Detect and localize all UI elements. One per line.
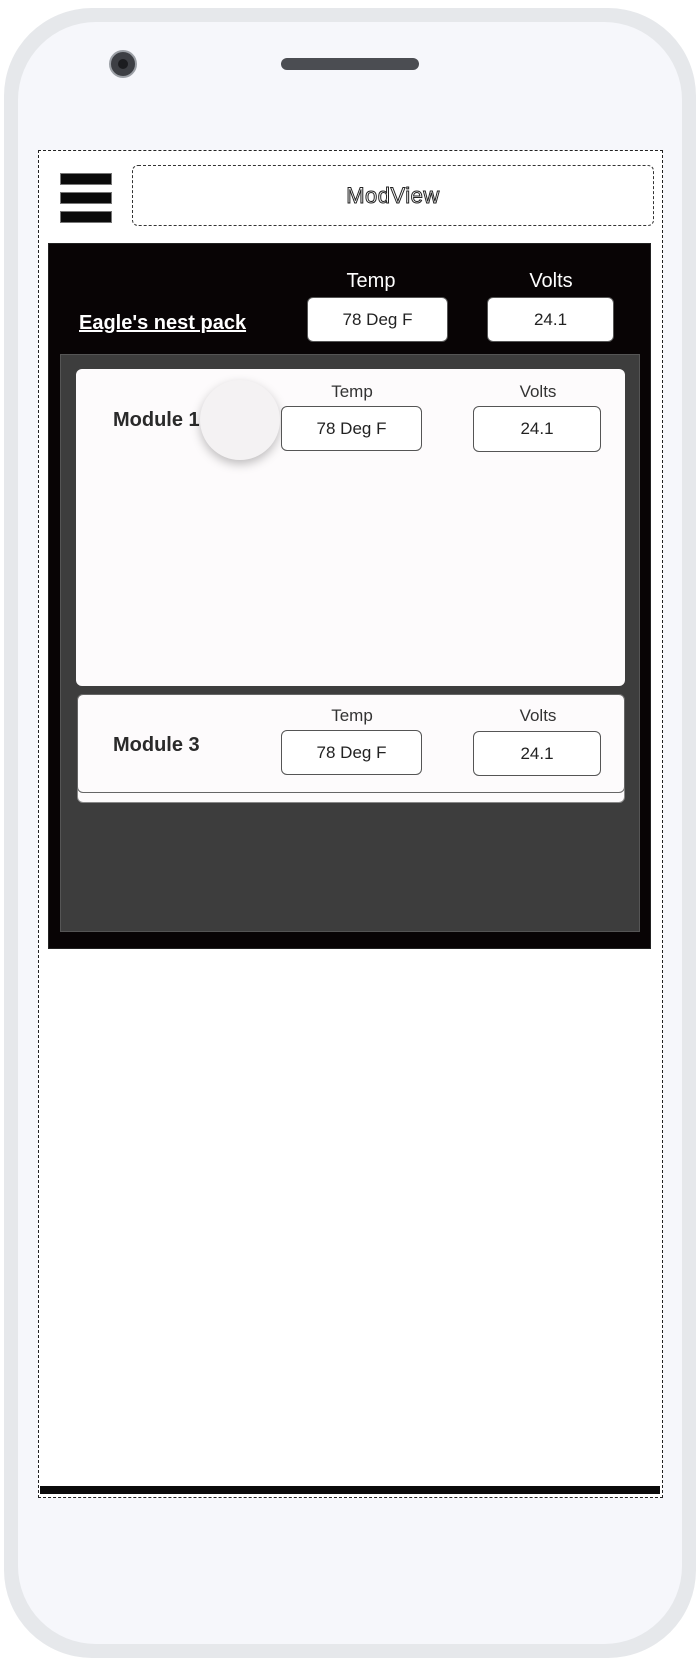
touch-ripple (200, 380, 280, 460)
module-temp-label: Temp (331, 706, 373, 725)
pack-volts-field[interactable]: 24.1 (487, 297, 614, 342)
pack-temp-label: Temp (346, 270, 396, 292)
module-temp-field[interactable]: 78 Deg F (281, 730, 422, 775)
module-name: Module 1 (113, 409, 200, 431)
module-temp-label: Temp (331, 382, 373, 401)
module-temp-field[interactable]: 78 Deg F (281, 406, 422, 451)
camera (109, 50, 137, 78)
module-volts-label: Volts (519, 706, 557, 725)
app-title: ModView (132, 165, 654, 226)
module-volts-field[interactable]: 24.1 (473, 731, 601, 776)
pack-temp-field[interactable]: 78 Deg F (307, 297, 448, 342)
module-name: Module 3 (113, 734, 200, 756)
hamburger-menu-icon[interactable] (60, 173, 112, 223)
module-volts-label: Volts (519, 382, 557, 401)
pack-name-link[interactable]: Eagle's nest pack (79, 312, 246, 335)
module-volts-field[interactable]: 24.1 (473, 406, 601, 452)
speaker (281, 58, 419, 70)
pack-volts-label: Volts (529, 270, 573, 292)
bottom-divider (40, 1486, 660, 1494)
